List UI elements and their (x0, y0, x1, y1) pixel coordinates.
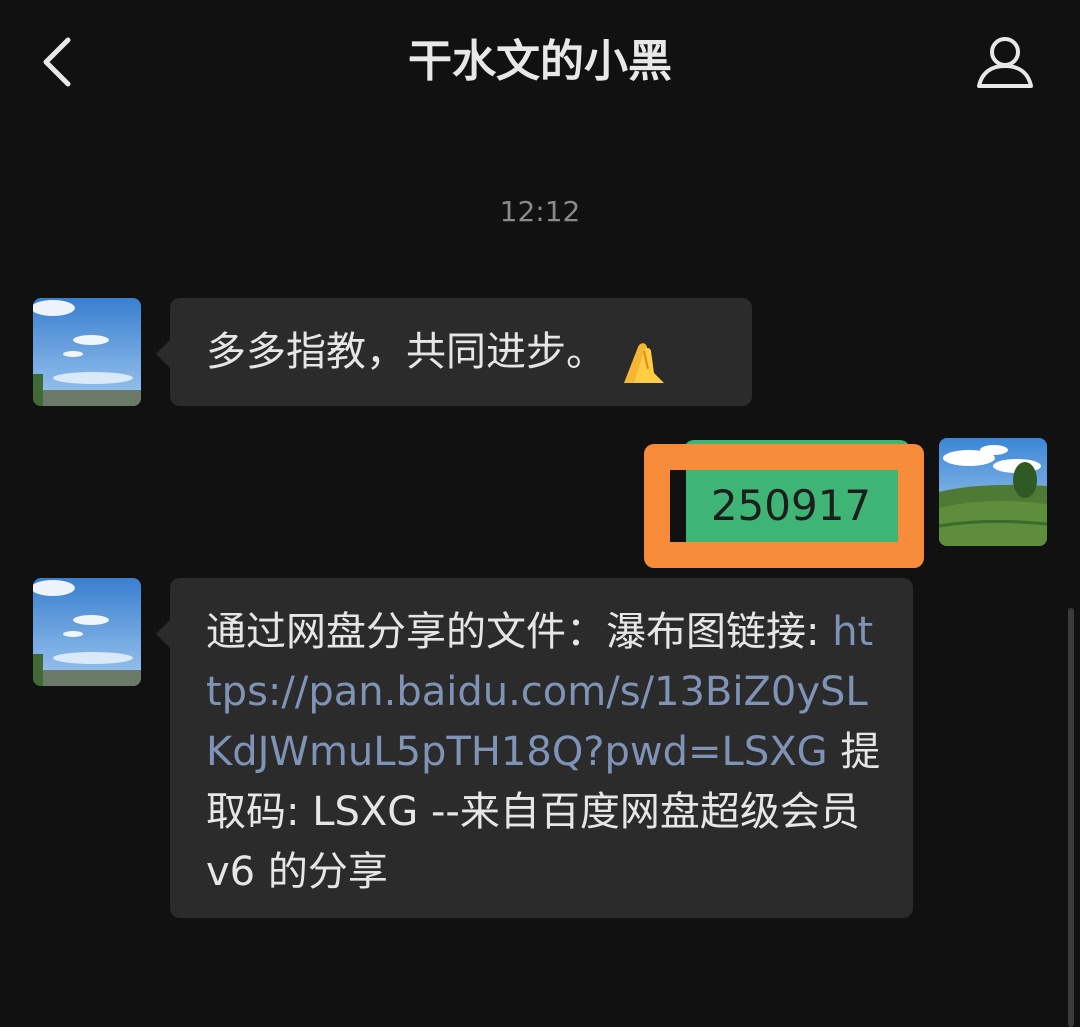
scrollbar[interactable] (1068, 608, 1074, 1027)
folded-hands-emoji-icon (624, 342, 664, 383)
contact-avatar[interactable] (33, 298, 141, 406)
message-bubble-received[interactable]: 通过网盘分享的文件：瀑布图链接: https://pan.baidu.com/s… (156, 578, 913, 918)
person-icon (977, 37, 1033, 88)
timestamp: 12:12 (499, 195, 581, 228)
message-text: 通过网盘分享的文件：瀑布图链接: https://pan.baidu.com/s… (206, 602, 883, 902)
bubble-tail (156, 620, 170, 648)
contact-avatar[interactable] (33, 578, 141, 686)
message-text: 多多指教，共同进步。 (206, 329, 606, 375)
sky-photo-icon (33, 298, 141, 406)
share-text-prefix: 通过网盘分享的文件：瀑布图链接: (206, 609, 833, 655)
self-avatar[interactable] (939, 438, 1047, 546)
chat-title: 干水文的小黑 (408, 36, 672, 87)
sent-message-text: 250917 (710, 481, 872, 530)
top-bar: 干水文的小黑 (0, 0, 1080, 124)
landscape-photo-icon (939, 438, 1047, 546)
bubble-tail (156, 340, 170, 368)
message-bubble-received[interactable]: 多多指教，共同进步。 (156, 298, 752, 406)
profile-button[interactable] (970, 30, 1040, 94)
sky-photo-icon (33, 578, 141, 686)
